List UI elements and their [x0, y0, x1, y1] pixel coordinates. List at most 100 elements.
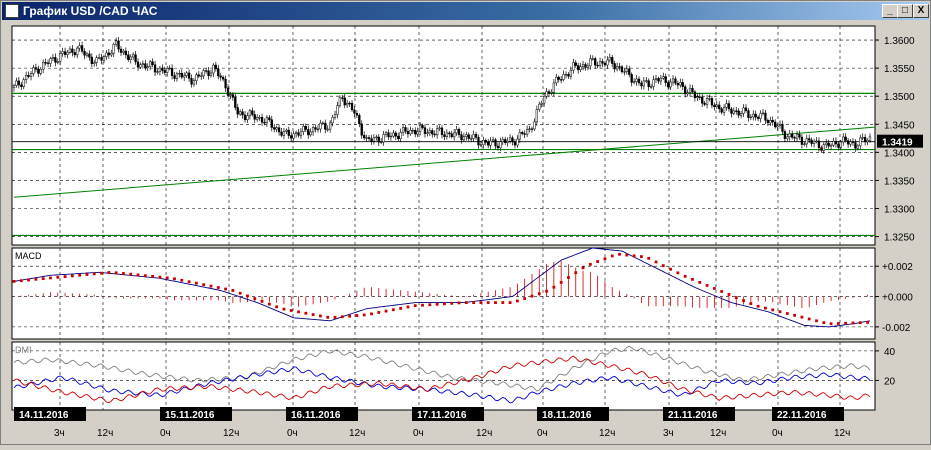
candle-body	[868, 136, 872, 141]
hour-label: 12ч	[223, 428, 239, 439]
candle-body	[440, 127, 444, 135]
hour-label: 12ч	[599, 428, 615, 439]
macd-signal-dot	[479, 301, 483, 304]
macd-panel[interactable]	[11, 247, 876, 340]
macd-signal-dot	[771, 308, 775, 312]
macd-signal-dot	[537, 292, 541, 296]
hour-label: 12ч	[476, 428, 492, 439]
candle-body	[156, 71, 159, 73]
candle-body	[603, 62, 607, 66]
candle-body	[854, 142, 857, 149]
candle-body	[49, 58, 52, 64]
close-button[interactable]: X	[913, 4, 929, 18]
candle-body	[703, 102, 706, 105]
candle-body	[630, 74, 633, 83]
candle-body	[620, 66, 624, 73]
candle-body	[231, 94, 235, 98]
candle-body	[501, 139, 504, 142]
candle-body	[671, 78, 675, 83]
candle-body	[771, 119, 774, 123]
candle-body	[696, 96, 699, 99]
macd-signal-dot	[508, 301, 512, 304]
candle-body	[720, 108, 723, 113]
candle-body	[27, 75, 30, 77]
candle-body	[136, 61, 140, 68]
candle-body	[39, 68, 42, 74]
candle-body	[863, 137, 867, 143]
candle-body	[759, 113, 762, 119]
candle-body	[805, 138, 808, 145]
candle-body	[788, 133, 791, 138]
candle-body	[438, 127, 441, 130]
chart-canvas[interactable]: 1.3600 1.3550 1.3500 1.3450 1.3400 1.3350 1.33…	[0, 20, 931, 445]
macd-signal-dot	[472, 301, 476, 304]
macd-signal-dot	[70, 274, 74, 278]
macd-signal-dot	[78, 273, 82, 277]
candle-body	[508, 137, 512, 142]
candle-body	[676, 82, 680, 86]
restore-button[interactable]: □	[897, 4, 913, 18]
candle-body	[846, 140, 850, 145]
candle-body	[85, 53, 89, 56]
candle-body	[589, 58, 592, 67]
macd-signal-dot	[399, 306, 403, 310]
minimize-button[interactable]: _	[882, 4, 898, 18]
candle-body	[542, 95, 546, 104]
candle-body	[202, 70, 205, 77]
macd-signal-dot	[567, 276, 570, 279]
candle-body	[691, 87, 694, 93]
candle-body	[15, 80, 18, 86]
macd-signal-dot	[173, 277, 176, 281]
candle-body	[491, 139, 495, 142]
candle-body	[693, 91, 697, 99]
candle-body	[737, 110, 740, 116]
candle-body	[812, 141, 816, 144]
candle-body	[535, 109, 538, 123]
candle-body	[477, 137, 480, 146]
macd-signal-dot	[319, 314, 322, 318]
candle-body	[538, 103, 541, 110]
candle-body	[827, 142, 830, 147]
price-tick-label: 1.3350	[884, 176, 915, 187]
candle-body	[460, 134, 463, 141]
date-label: 14.11.2016	[19, 410, 69, 421]
candle-body	[302, 125, 305, 133]
candle-body	[248, 110, 252, 117]
macd-signal-dot	[180, 278, 184, 282]
candle-body	[849, 141, 852, 145]
candle-body	[401, 127, 405, 133]
macd-label: MACD	[15, 251, 42, 261]
candle-body	[496, 145, 500, 149]
macd-signal-dot	[340, 315, 344, 319]
candle-body	[499, 141, 502, 149]
candle-body	[183, 75, 186, 78]
candle-body	[224, 78, 227, 89]
dmi-label: DMI	[15, 345, 32, 355]
candle-body	[613, 63, 616, 70]
candle-body	[360, 123, 363, 136]
macd-signal-dot	[705, 284, 709, 287]
chart-area[interactable]: 1.3600 1.3550 1.3500 1.3450 1.3400 1.3350 1.33…	[0, 20, 931, 445]
candle-body	[465, 134, 468, 137]
macd-signal-dot	[202, 283, 206, 287]
candle-body	[112, 44, 115, 54]
macd-signal-dot	[450, 301, 454, 305]
candle-body	[664, 76, 667, 83]
macd-signal-dot	[501, 301, 505, 304]
macd-signal-dot	[523, 297, 527, 300]
title-bar[interactable]: График USD /CAD ЧАС _ □ X	[2, 2, 929, 20]
candle-body	[489, 140, 492, 146]
dmi-tick-label: 40	[884, 347, 896, 358]
candle-body	[363, 135, 366, 139]
candle-body	[800, 136, 804, 145]
date-label: 16.11.2016	[291, 410, 341, 421]
macd-signal-dot	[187, 280, 191, 284]
macd-signal-dot	[267, 302, 271, 306]
macd-signal-dot	[515, 299, 519, 303]
candle-body	[25, 75, 28, 80]
candle-body	[153, 64, 157, 73]
macd-tick-label: +0.002	[882, 262, 913, 273]
macd-signal-dot	[661, 264, 665, 267]
macd-signal-dot	[640, 255, 643, 258]
candle-body	[34, 67, 38, 70]
